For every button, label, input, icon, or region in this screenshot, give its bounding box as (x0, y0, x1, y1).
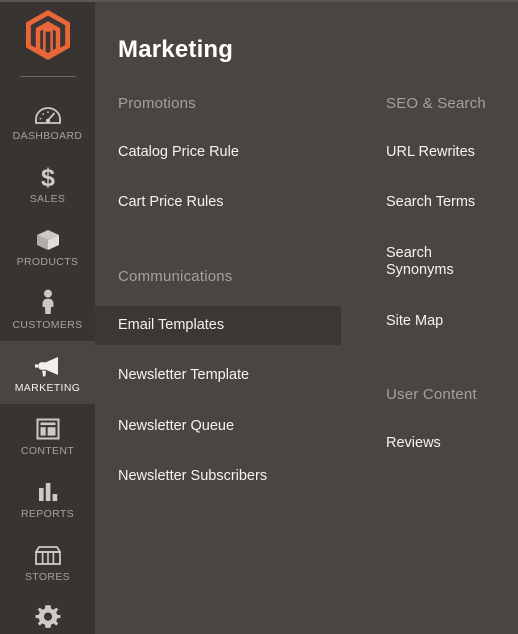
sidebar-item-label: Marketing (14, 381, 81, 394)
sidebar-item-dashboard[interactable]: Dashboard (0, 89, 95, 152)
bar-chart-icon (36, 478, 60, 504)
menu-group-items: Catalog Price Rule Cart Price Rules (95, 133, 363, 223)
storefront-icon (34, 541, 62, 567)
sidebar-item-customers[interactable]: Customers (0, 278, 95, 341)
menu-item-newsletter-subscribers[interactable]: Newsletter Subscribers (95, 457, 341, 496)
menu-item-newsletter-template[interactable]: Newsletter Template (95, 356, 341, 395)
sidebar-nav-list: Dashboard $ Sales Produ (0, 89, 95, 634)
menu-group-items: URL Rewrites Search Terms Search Synonym… (363, 133, 518, 341)
sidebar-item-label: Dashboard (12, 129, 83, 142)
sidebar-item-label: Stores (24, 570, 71, 583)
menu-item-url-rewrites[interactable]: URL Rewrites (363, 133, 518, 172)
sidebar-item-stores[interactable]: Stores (0, 530, 95, 593)
menu-group-items: Email Templates Newsletter Template News… (95, 305, 363, 497)
sidebar-item-label: Content (20, 444, 75, 457)
menu-group-items: Reviews (363, 424, 518, 463)
menu-group-title: Communications (118, 267, 233, 285)
sidebar-item-products[interactable]: Products (0, 215, 95, 278)
menu-group-title: SEO & Search (386, 95, 486, 112)
menu-group-title: User Content (386, 385, 477, 403)
menu-column-right: SEO & Search URL Rewrites Search Terms S… (363, 96, 518, 496)
sidebar-item-content[interactable]: Content (0, 404, 95, 467)
sidebar-item-marketing[interactable]: Marketing (0, 341, 95, 404)
menu-item-search-terms[interactable]: Search Terms (363, 183, 518, 222)
sidebar-item-label: Customers (12, 318, 83, 331)
layout-icon (36, 415, 60, 441)
page-title: Marketing (118, 36, 234, 64)
gauge-icon (34, 100, 61, 126)
menu-item-catalog-price-rule[interactable]: Catalog Price Rule (95, 133, 341, 172)
gear-icon (34, 604, 61, 630)
menu-group-title: Promotions (118, 95, 196, 112)
sidebar-item-sales[interactable]: $ Sales (0, 152, 95, 215)
menu-item-cart-price-rules[interactable]: Cart Price Rules (95, 183, 341, 222)
menu-columns: Promotions Catalog Price Rule Cart Price… (95, 96, 518, 496)
sidebar-divider (19, 76, 76, 77)
magento-logo-icon (25, 10, 70, 60)
svg-text:$: $ (41, 164, 55, 189)
marketing-menu-panel: Marketing Promotions Catalog Price Rule … (95, 0, 518, 634)
box-icon (35, 226, 61, 252)
menu-group-seo-search: SEO & Search URL Rewrites Search Terms S… (363, 96, 518, 341)
brand-logo[interactable] (0, 0, 95, 68)
dollar-icon: $ (38, 163, 58, 189)
person-icon (39, 289, 57, 315)
megaphone-icon (34, 352, 62, 378)
menu-item-newsletter-queue[interactable]: Newsletter Queue (95, 407, 341, 446)
menu-item-search-synonyms[interactable]: Search Synonyms (363, 234, 518, 291)
menu-item-reviews[interactable]: Reviews (363, 424, 518, 463)
menu-item-site-map[interactable]: Site Map (363, 302, 518, 341)
sidebar-item-label: Reports (20, 507, 75, 520)
sidebar-item-label: Sales (29, 192, 66, 205)
sidebar-item-system[interactable]: System (0, 593, 95, 634)
menu-group-communications: Communications Email Templates Newslette… (95, 269, 363, 497)
menu-group-promotions: Promotions Catalog Price Rule Cart Price… (95, 96, 363, 223)
sidebar-item-reports[interactable]: Reports (0, 467, 95, 530)
sidebar-item-label: Products (16, 255, 79, 268)
menu-item-email-templates[interactable]: Email Templates (95, 305, 341, 346)
admin-panel-root: Dashboard $ Sales Produ (0, 0, 518, 634)
menu-column-left: Promotions Catalog Price Rule Cart Price… (95, 96, 363, 496)
main-sidebar: Dashboard $ Sales Produ (0, 0, 95, 634)
menu-group-user-content: User Content Reviews (363, 387, 518, 463)
